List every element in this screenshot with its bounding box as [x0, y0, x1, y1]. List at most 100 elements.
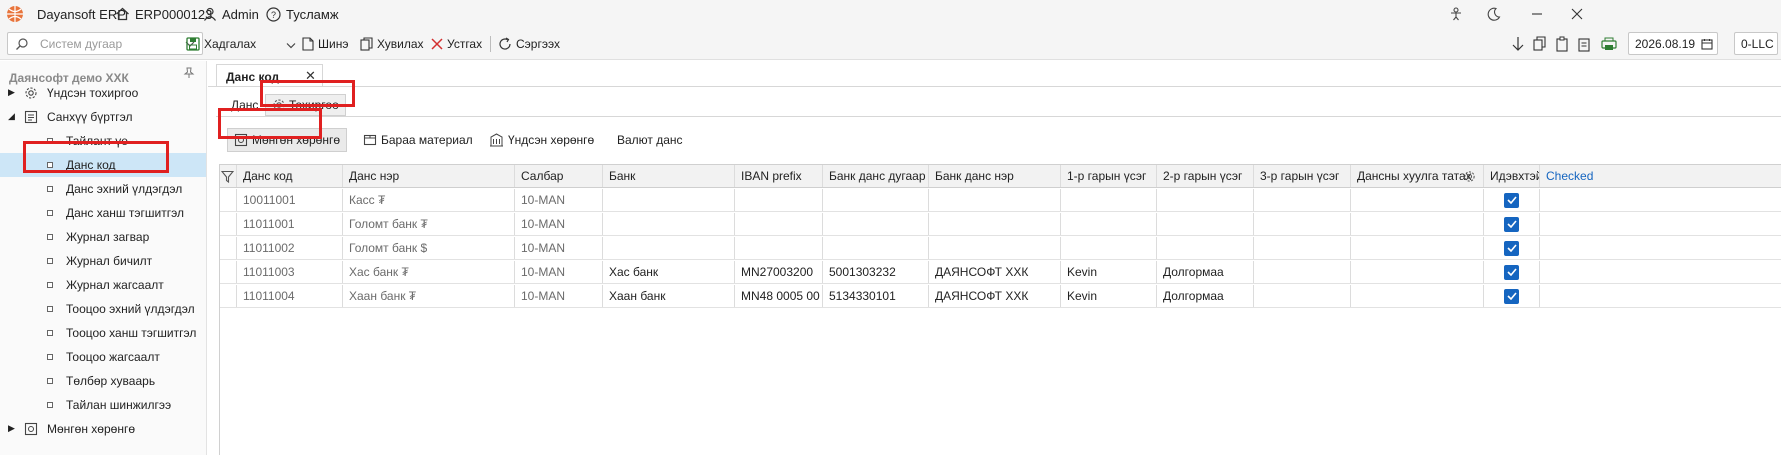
- paste-button[interactable]: [1556, 33, 1570, 55]
- close-tab-icon[interactable]: ✕: [305, 68, 316, 84]
- cell-signature-2[interactable]: Долгормаа: [1157, 261, 1254, 283]
- column-header[interactable]: Данс нэр: [343, 165, 515, 187]
- cell-bank-account-number[interactable]: 5001303232: [823, 261, 929, 283]
- column-header[interactable]: 3-р гарын үсэг: [1254, 165, 1351, 187]
- cell-statement-download[interactable]: [1351, 285, 1484, 307]
- cell-account-name[interactable]: Хас банк ₮: [343, 261, 515, 283]
- sidebar-item-finance[interactable]: ◢ Санхүү бүртгэл: [0, 105, 206, 129]
- cell-bank[interactable]: Хас банк: [603, 261, 735, 283]
- cell-signature-1[interactable]: Kevin: [1061, 261, 1157, 283]
- save-menu-chevron-icon[interactable]: [286, 42, 296, 49]
- row-indicator[interactable]: [219, 261, 237, 283]
- cell-statement-download[interactable]: [1351, 213, 1484, 235]
- system-number-search[interactable]: Систем дугаар: [7, 32, 203, 55]
- cell-bank-account-name[interactable]: ДАЯНСОФТ ХХК: [929, 285, 1061, 307]
- sidebar-item-settlement-list[interactable]: Тооцоо жагсаалт: [0, 345, 206, 369]
- cell-bank-account-number[interactable]: [823, 213, 929, 235]
- sidebar-item-account-opening-balance[interactable]: Данс эхний үлдэгдэл: [0, 177, 206, 201]
- download-button[interactable]: [1511, 33, 1525, 55]
- cell-branch[interactable]: 10-MAN: [515, 261, 603, 283]
- table-row[interactable]: 11011003 Хас банк ₮ 10-MAN Хас банк MN27…: [219, 261, 1781, 284]
- cell-iban[interactable]: [735, 189, 823, 211]
- cell-bank[interactable]: [603, 189, 735, 211]
- cell-checked[interactable]: [1540, 285, 1596, 307]
- cell-iban[interactable]: MN48 0005 00: [735, 285, 823, 307]
- cell-branch[interactable]: 10-MAN: [515, 285, 603, 307]
- column-header[interactable]: Идэвхтэй: [1484, 165, 1540, 187]
- cell-active[interactable]: [1484, 213, 1540, 235]
- sidebar-item-journal-entry[interactable]: Журнал бичилт: [0, 249, 206, 273]
- cell-checked[interactable]: [1540, 189, 1596, 211]
- expand-arrow-icon[interactable]: ▶: [8, 87, 15, 98]
- company-selector[interactable]: 0-LLC: [1734, 32, 1778, 55]
- sidebar-item-payment-schedule[interactable]: Төлбөр хуваарь: [0, 369, 206, 393]
- pin-icon[interactable]: [183, 67, 195, 79]
- active-checkbox[interactable]: [1504, 192, 1519, 208]
- row-indicator[interactable]: [219, 189, 237, 211]
- cell-signature-3[interactable]: [1254, 237, 1351, 259]
- sidebar-item-reporting-period[interactable]: Тайлант үе: [0, 129, 206, 153]
- row-indicator[interactable]: [219, 213, 237, 235]
- save-button[interactable]: Хадгалах: [186, 33, 256, 55]
- cell-checked[interactable]: [1540, 237, 1596, 259]
- new-button[interactable]: Шинэ: [302, 33, 348, 55]
- cell-iban[interactable]: [735, 213, 823, 235]
- cell-signature-3[interactable]: [1254, 285, 1351, 307]
- print-button[interactable]: [1601, 33, 1617, 55]
- column-header[interactable]: Банк данс дугаар: [823, 165, 929, 187]
- cell-signature-1[interactable]: [1061, 237, 1157, 259]
- column-header[interactable]: 2-р гарын үсэг: [1157, 165, 1254, 187]
- sidebar-item-account-rate-adjustment[interactable]: Данс ханш тэгшитгэл: [0, 201, 206, 225]
- cell-bank-account-number[interactable]: [823, 189, 929, 211]
- sidebar-item-settlement-rate-adjustment[interactable]: Тооцоо ханш тэгшитгэл: [0, 321, 206, 345]
- sidebar-item-cash-assets[interactable]: ▶ Мөнгөн хөрөнгө: [0, 417, 206, 441]
- cell-iban[interactable]: MN27003200: [735, 261, 823, 283]
- cell-bank-account-number[interactable]: [823, 237, 929, 259]
- tab-account-code[interactable]: Данс код ✕: [216, 64, 323, 86]
- cell-branch[interactable]: 10-MAN: [515, 213, 603, 235]
- copy-button[interactable]: Хувилах: [360, 33, 424, 55]
- cell-branch[interactable]: 10-MAN: [515, 189, 603, 211]
- category-fixed-assets[interactable]: Үндсэн хөрөнгө: [489, 128, 594, 152]
- filter-button[interactable]: [219, 165, 237, 187]
- active-checkbox[interactable]: [1504, 264, 1519, 280]
- active-checkbox[interactable]: [1504, 240, 1519, 256]
- sidebar-item-journal-template[interactable]: Журнал загвар: [0, 225, 206, 249]
- sidebar-item-report-analysis[interactable]: Тайлан шинжилгээ: [0, 393, 206, 417]
- cell-account-code[interactable]: 11011001: [237, 213, 343, 235]
- theme-toggle[interactable]: [1477, 0, 1511, 28]
- cell-active[interactable]: [1484, 237, 1540, 259]
- cell-account-name[interactable]: Касс ₮: [343, 189, 515, 211]
- cell-signature-1[interactable]: Kevin: [1061, 285, 1157, 307]
- cell-account-name[interactable]: Голомт банк $: [343, 237, 515, 259]
- expand-arrow-icon[interactable]: ▶: [8, 423, 15, 434]
- column-header[interactable]: Банк данс нэр: [929, 165, 1061, 187]
- cell-account-code[interactable]: 11011002: [237, 237, 343, 259]
- sidebar-item-account-code[interactable]: Данс код: [0, 153, 206, 177]
- active-checkbox[interactable]: [1504, 216, 1519, 232]
- category-cash-assets[interactable]: Мөнгөн хөрөнгө: [227, 128, 348, 152]
- cell-account-code[interactable]: 11011003: [237, 261, 343, 283]
- cell-statement-download[interactable]: [1351, 261, 1484, 283]
- column-header[interactable]: Салбар: [515, 165, 603, 187]
- cell-bank-account-name[interactable]: [929, 237, 1061, 259]
- gear-icon[interactable]: [1463, 170, 1476, 183]
- row-indicator[interactable]: [219, 237, 237, 259]
- table-row[interactable]: 11011001 Голомт банк ₮ 10-MAN: [219, 213, 1781, 236]
- column-header[interactable]: 1-р гарын үсэг: [1061, 165, 1157, 187]
- active-checkbox[interactable]: [1504, 288, 1519, 304]
- help-button[interactable]: ? Тусламж: [266, 0, 339, 28]
- cell-bank-account-name[interactable]: ДАЯНСОФТ ХХК: [929, 261, 1061, 283]
- cell-signature-3[interactable]: [1254, 213, 1351, 235]
- cell-signature-2[interactable]: [1157, 189, 1254, 211]
- cell-statement-download[interactable]: [1351, 189, 1484, 211]
- cell-active[interactable]: [1484, 189, 1540, 211]
- accessibility-button[interactable]: [1439, 0, 1473, 28]
- column-header[interactable]: IBAN prefix: [735, 165, 823, 187]
- cell-active[interactable]: [1484, 261, 1540, 283]
- cell-bank-account-number[interactable]: 5134330101: [823, 285, 929, 307]
- cell-signature-3[interactable]: [1254, 261, 1351, 283]
- cell-branch[interactable]: 10-MAN: [515, 237, 603, 259]
- cell-checked[interactable]: [1540, 213, 1596, 235]
- sidebar-item-basic-settings[interactable]: ▶ Үндсэн тохиргоо: [0, 81, 206, 105]
